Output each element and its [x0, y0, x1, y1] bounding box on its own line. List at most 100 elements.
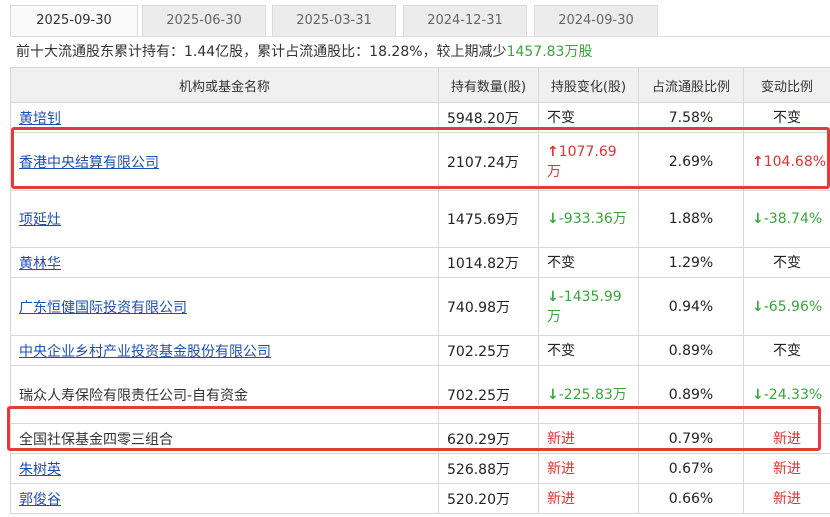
holder-name-cell: 项延灶 [10, 190, 439, 248]
holding-change-cell: 新进 [538, 483, 639, 514]
holding-change-cell: ↑1077.69万 [538, 132, 639, 191]
change-ratio-cell: ↓-65.96% [743, 277, 830, 336]
holder-name-link[interactable]: 香港中央结算有限公司 [19, 155, 159, 171]
holding-change-value: 新进 [547, 490, 575, 507]
change-ratio-value: 新进 [773, 460, 801, 477]
tab-2025-09-30[interactable]: 2025-09-30 [10, 5, 138, 37]
holder-name-cell: 香港中央结算有限公司 [10, 132, 439, 191]
holding-change-value: 新进 [547, 460, 575, 477]
table-row: 全国社保基金四零三组合 620.29万 新进 0.79% 新进 [10, 423, 830, 454]
holder-name-link[interactable]: 中央企业乡村产业投资基金股份有限公司 [19, 344, 271, 360]
holding-qty-cell: 2107.24万 [438, 132, 539, 191]
holder-name-link[interactable]: 黄林华 [19, 256, 61, 272]
float-ratio-cell: 0.89% [638, 335, 744, 366]
holder-name-cell: 朱树英 [10, 453, 439, 484]
change-ratio-value: -38.74% [763, 211, 823, 227]
table-row: 中央企业乡村产业投资基金股份有限公司 702.25万 不变 0.89% 不变 [10, 335, 830, 366]
float-ratio-cell: 0.67% [638, 453, 744, 484]
holder-name-cell: 黄培钊 [10, 102, 439, 133]
float-ratio-cell: 1.29% [638, 247, 744, 278]
holding-qty-cell: 620.29万 [438, 423, 539, 454]
change-ratio-cell: 新进 [743, 453, 830, 484]
change-ratio-value: 新进 [773, 430, 801, 447]
table-row: 朱树英 526.88万 新进 0.67% 新进 [10, 453, 830, 484]
holding-change-value: 不变 [547, 254, 575, 271]
summary-change: 1457.83万股 [506, 44, 593, 60]
tab-2024-09-30[interactable]: 2024-09-30 [534, 5, 658, 36]
table-header-row: 机构或基金名称 持有数量(股) 持股变化(股) 占流通股比例 变动比例 [10, 67, 830, 103]
table-row: 郭俊谷 520.20万 新进 0.66% 新进 [10, 483, 830, 514]
change-ratio-cell: ↑104.68% [743, 132, 830, 191]
change-ratio-value: 新进 [773, 490, 801, 507]
holding-change-value: -1435.99万 [547, 288, 622, 325]
change-ratio-cell: 不变 [743, 247, 830, 278]
tab-2025-06-30[interactable]: 2025-06-30 [142, 5, 266, 36]
arrow-up-icon: ↑ [547, 143, 559, 160]
holding-change-value: 不变 [547, 342, 575, 359]
holding-change-cell: ↓-933.36万 [538, 190, 639, 248]
table-row: 广东恒健国际投资有限公司 740.98万 ↓-1435.99万 0.94% ↓-65.9… [10, 277, 830, 336]
holder-name-cell: 广东恒健国际投资有限公司 [10, 277, 439, 336]
summary-suffix: ，较上期减少 [422, 44, 507, 60]
holding-qty-cell: 5948.20万 [438, 102, 539, 133]
holding-qty-cell: 740.98万 [438, 277, 539, 336]
change-ratio-cell: ↓-24.33% [743, 365, 830, 424]
holding-change-value: -933.36万 [558, 211, 627, 227]
holder-name-cell: 郭俊谷 [10, 483, 439, 514]
holding-change-value: -225.83万 [558, 386, 627, 403]
holder-name-link[interactable]: 朱树英 [19, 462, 61, 478]
summary-prefix: 前十大流通股东累计持有： [16, 44, 184, 60]
table-row: 黄林华 1014.82万 不变 1.29% 不变 [10, 247, 830, 278]
change-ratio-value: 不变 [773, 109, 801, 126]
change-ratio-cell: ↓-38.74% [743, 190, 830, 248]
holding-change-cell: ↓-225.83万 [538, 365, 639, 424]
float-ratio-cell: 1.88% [638, 190, 744, 248]
holder-name-text: 全国社保基金四零三组合 [19, 431, 173, 448]
float-ratio-cell: 0.94% [638, 277, 744, 336]
holding-change-value: 不变 [547, 109, 575, 126]
holder-name-link[interactable]: 郭俊谷 [19, 492, 61, 508]
holding-qty-cell: 526.88万 [438, 453, 539, 484]
float-ratio-cell: 0.79% [638, 423, 744, 454]
holding-change-cell: ↓-1435.99万 [538, 277, 639, 336]
holding-change-cell: 新进 [538, 423, 639, 454]
tab-2024-12-31[interactable]: 2024-12-31 [403, 5, 527, 36]
holding-qty-cell: 1014.82万 [438, 247, 539, 278]
float-ratio-cell: 0.89% [638, 365, 744, 424]
holding-change-cell: 不变 [538, 102, 639, 133]
shareholders-table: 机构或基金名称 持有数量(股) 持股变化(股) 占流通股比例 变动比例 黄培钊 5… [10, 67, 830, 514]
col-header-name: 机构或基金名称 [10, 67, 439, 103]
summary-ratio: 18.28% [369, 44, 423, 60]
tab-2025-03-31[interactable]: 2025-03-31 [272, 5, 396, 36]
arrow-down-icon: ↓ [752, 298, 764, 315]
table-row: 项延灶 1475.69万 ↓-933.36万 1.88% ↓-38.74% [10, 190, 830, 248]
arrow-down-icon: ↓ [547, 288, 559, 305]
col-header-qty: 持有数量(股) [438, 67, 539, 103]
change-ratio-cell: 不变 [743, 335, 830, 366]
summary-mid: ，累计占流通股比： [243, 44, 370, 60]
holder-name-link[interactable]: 项延灶 [19, 212, 61, 228]
arrow-down-icon: ↓ [547, 386, 559, 403]
change-ratio-cell: 不变 [743, 102, 830, 133]
change-ratio-value: 104.68% [763, 153, 827, 170]
table-row: 黄培钊 5948.20万 不变 7.58% 不变 [10, 102, 830, 133]
col-header-ratio: 占流通股比例 [638, 67, 744, 103]
holding-qty-cell: 702.25万 [438, 365, 539, 424]
change-ratio-value: -24.33% [763, 386, 823, 403]
summary-held: 1.44亿股 [184, 44, 244, 60]
holder-name-link[interactable]: 黄培钊 [19, 111, 61, 127]
holding-change-value: 新进 [547, 430, 575, 447]
change-ratio-cell: 新进 [743, 483, 830, 514]
change-ratio-value: 不变 [773, 342, 801, 359]
change-ratio-value: -65.96% [763, 298, 823, 315]
holder-name-cell: 黄林华 [10, 247, 439, 278]
holder-name-link[interactable]: 广东恒健国际投资有限公司 [19, 300, 187, 316]
report-date-tabs: 2025-09-30 2025-06-30 2025-03-31 2024-12… [0, 0, 830, 37]
change-ratio-cell: 新进 [743, 423, 830, 454]
holding-qty-cell: 702.25万 [438, 335, 539, 366]
holder-name-text: 瑞众人寿保险有限责任公司-自有资金 [19, 387, 249, 404]
float-ratio-cell: 7.58% [638, 102, 744, 133]
holding-qty-cell: 520.20万 [438, 483, 539, 514]
float-ratio-cell: 2.69% [638, 132, 744, 191]
holdings-summary: 前十大流通股东累计持有：1.44亿股，累计占流通股比：18.28%，较上期减少1… [10, 36, 830, 66]
